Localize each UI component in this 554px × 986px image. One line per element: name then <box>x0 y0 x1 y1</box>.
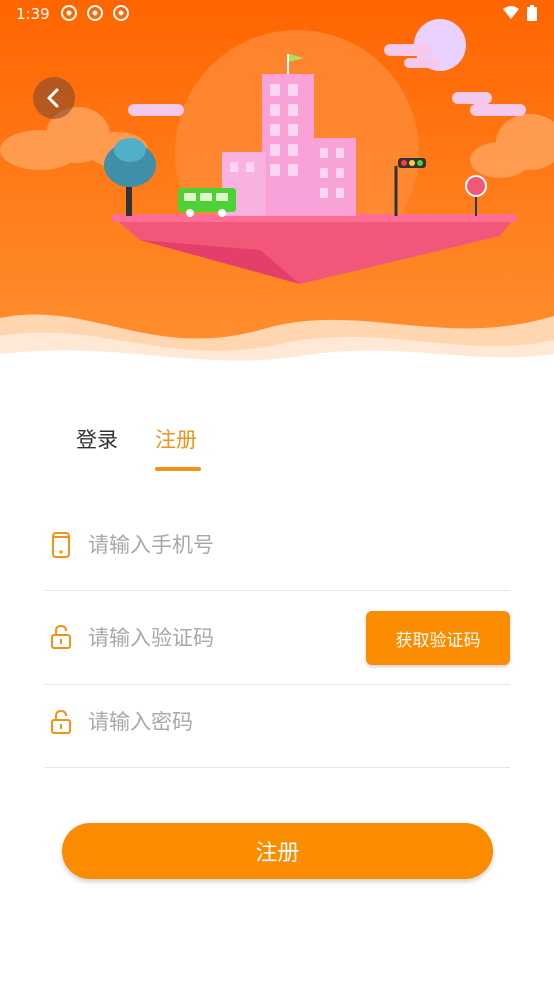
password-input[interactable] <box>88 704 348 740</box>
lock-icon <box>51 624 71 649</box>
get-verification-code-button[interactable]: 获取验证码 <box>366 611 510 665</box>
notification-icon <box>113 5 129 21</box>
back-button[interactable] <box>33 77 75 119</box>
active-tab-indicator <box>155 467 201 471</box>
notification-icon <box>61 5 77 21</box>
chevron-left-icon <box>47 88 59 108</box>
building-right <box>312 138 356 216</box>
phone-icon <box>52 532 70 558</box>
divider <box>44 767 510 768</box>
cloud-streak <box>384 44 432 56</box>
tab-login[interactable]: 登录 <box>76 424 118 454</box>
divider <box>44 590 510 591</box>
status-time: 1:39 <box>16 5 50 23</box>
password-field <box>44 684 510 768</box>
cloud-streak <box>452 92 492 104</box>
phone-field <box>44 505 510 589</box>
register-submit-button[interactable]: 注册 <box>62 823 493 879</box>
verification-code-input[interactable] <box>88 620 328 656</box>
tab-register[interactable]: 注册 <box>155 424 197 454</box>
phone-input[interactable] <box>88 527 348 563</box>
cloud-streak <box>470 104 526 116</box>
battery-icon <box>527 5 537 21</box>
status-bar: 1:39 <box>0 0 554 28</box>
stop-sign <box>465 175 487 197</box>
header-illustration <box>0 0 554 370</box>
wifi-icon <box>503 6 519 19</box>
notification-icon <box>87 5 103 21</box>
cloud-streak <box>404 58 440 68</box>
cloud-streak <box>128 104 184 116</box>
lock-icon <box>51 709 71 734</box>
